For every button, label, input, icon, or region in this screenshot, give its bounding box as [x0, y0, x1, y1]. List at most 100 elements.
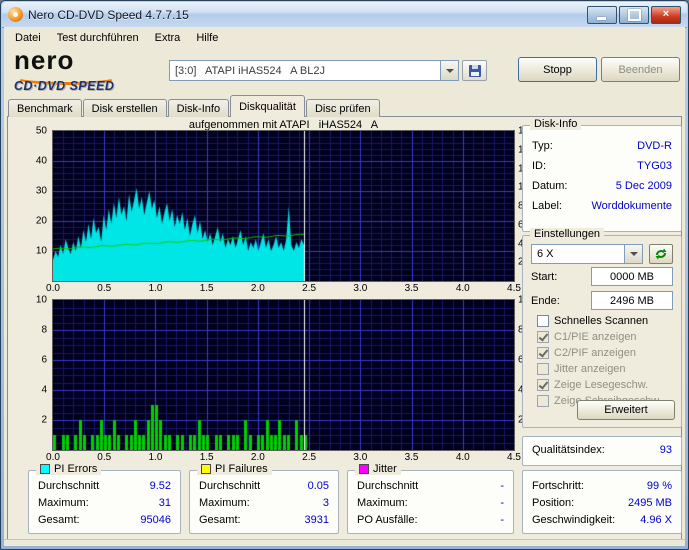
checkbox-box[interactable] [537, 315, 549, 327]
checkbox-box [537, 331, 549, 343]
stat-row: Durchschnitt 0.05 [199, 480, 329, 492]
pi-failures-color-chip [201, 464, 211, 474]
minimize-button[interactable] [587, 5, 617, 24]
checkbox-schnelles-scannen[interactable]: Schnelles Scannen [537, 314, 648, 328]
tab-disc-pr-fen[interactable]: Disc prüfen [305, 99, 380, 117]
checkbox-label: C2/PIF anzeigen [554, 347, 636, 359]
chevron-down-icon [445, 68, 454, 73]
minimize-icon [597, 16, 606, 20]
speed-select[interactable]: 6 X [531, 244, 643, 264]
tab-diskqualit-t[interactable]: Diskqualität [230, 95, 305, 117]
tabpage-diskqualitaet: aufgenommen mit ATAPI iHAS524 A 50 40 30 20… [7, 116, 682, 542]
maximize-button[interactable] [619, 5, 649, 24]
pi-errors-panel: PI Errors Durchschnitt 9.52 Maximum: 31 Ge… [28, 463, 181, 534]
stat-row: PO Ausfälle: - [357, 514, 504, 526]
disk-info-title: Disk-Info [534, 118, 578, 130]
disk-info-row: Typ: DVD-R [532, 140, 672, 152]
quality-index-panel: Qualitätsindex: 93 [522, 436, 682, 466]
drive-select-dropdown-button[interactable] [440, 61, 458, 80]
jitter-color-chip [359, 464, 369, 474]
menu-datei[interactable]: Datei [7, 29, 49, 47]
checkbox-jitter-anzeigen: Jitter anzeigen [537, 362, 626, 376]
quality-index-value: 93 [659, 444, 672, 456]
checkbox-zeige-lesegeschw: Zeige Lesegeschw. [537, 378, 648, 392]
checkbox-c2-pif-anzeigen: C2/PIF anzeigen [537, 346, 636, 360]
pi-errors-title: PI Errors [54, 463, 98, 475]
window-title: Nero CD-DVD Speed 4.7.7.15 [28, 7, 189, 22]
checkbox-box [537, 379, 549, 391]
jitter-title: Jitter [373, 463, 397, 475]
refresh-icon [655, 248, 667, 260]
progress-row: Position: 2495 MB [532, 497, 672, 509]
disk-info-row: Label: Worddokumente [532, 200, 672, 212]
stat-row: Gesamt: 95046 [38, 514, 171, 526]
statusbar [4, 539, 685, 546]
nero-logo: nero CD·DVD SPEED [14, 45, 169, 93]
menubar: Datei Test durchführen Extra Hilfe [4, 27, 685, 48]
stat-row: Durchschnitt 9.52 [38, 480, 171, 492]
save-button[interactable] [462, 60, 487, 81]
quality-index-label: Qualitätsindex: [532, 444, 605, 456]
tab-benchmark[interactable]: Benchmark [8, 99, 82, 117]
toolbar: nero CD·DVD SPEED [3:0] ATAPI iHAS524 A … [4, 45, 685, 94]
pi-errors-x-axis: 0.0 0.5 1.0 1.5 2.0 2.5 3.0 3.5 4.0 4.5 [46, 283, 521, 294]
settings-title: Einstellungen [534, 228, 601, 240]
checkbox-box [537, 395, 549, 407]
disk-info-row: Datum: 5 Dec 2009 [532, 180, 672, 192]
quality-index-row: Qualitätsindex: 93 [532, 444, 672, 456]
client-area: Datei Test durchführen Extra Hilfe nero CD·… [4, 27, 685, 546]
app-window: Nero CD-DVD Speed 4.7.7.15 DateiTest dur… [0, 0, 689, 550]
start-input[interactable]: 0000 MB [591, 267, 673, 286]
progress-panel: Fortschritt: 99 % Position: 2495 MB Geschw… [522, 470, 682, 534]
stat-row: Maximum: 31 [38, 497, 171, 509]
checkbox-label: Zeige Lesegeschw. [554, 379, 649, 391]
menu-test-durchf-hren[interactable]: Test durchführen [49, 29, 147, 47]
titlebar[interactable]: Nero CD-DVD Speed 4.7.7.15 [2, 2, 687, 28]
checkbox-label: Jitter anzeigen [554, 363, 626, 375]
disk-info-row: ID: TYG03 [532, 160, 672, 172]
pi-failures-panel: PI Failures Durchschnitt 0.05 Maximum: 3 G… [189, 463, 339, 534]
advanced-button[interactable]: Erweitert [577, 400, 675, 420]
pi-failures-title: PI Failures [215, 463, 268, 475]
tab-disk-erstellen[interactable]: Disk erstellen [82, 99, 167, 117]
apply-speed-button[interactable] [649, 244, 673, 264]
menu-hilfe[interactable]: Hilfe [188, 29, 226, 47]
pi-errors-color-chip [40, 464, 50, 474]
speed-select-value: 6 X [537, 248, 554, 260]
pi-failures-x-axis: 0.0 0.5 1.0 1.5 2.0 2.5 3.0 3.5 4.0 4.5 [46, 452, 521, 463]
app-icon [8, 7, 23, 22]
drive-select[interactable]: [3:0] ATAPI iHAS524 A BL2J [169, 60, 459, 81]
checkbox-box [537, 363, 549, 375]
stat-row: Maximum: - [357, 497, 504, 509]
logo-subtext: CD·DVD SPEED [14, 79, 115, 93]
stat-row: Gesamt: 3931 [199, 514, 329, 526]
pi-errors-left-axis: 50 40 30 20 10 [35, 125, 47, 257]
pi-failures-chart [52, 299, 515, 451]
stop-button[interactable]: Stopp [518, 57, 597, 82]
window-controls [587, 5, 681, 24]
pi-errors-chart [52, 130, 515, 282]
pi-failures-left-axis: 10 8 6 4 2 [35, 294, 47, 426]
jitter-panel: Jitter Durchschnitt - Maximum: - PO Ausfäl… [347, 463, 514, 534]
menu-extra[interactable]: Extra [147, 29, 189, 47]
checkbox-c1-pie-anzeigen: C1/PIE anzeigen [537, 330, 637, 344]
progress-row: Fortschritt: 99 % [532, 480, 672, 492]
logo-text: nero [14, 45, 75, 75]
close-button[interactable] [651, 5, 681, 24]
start-label: Start: [531, 270, 558, 283]
chevron-down-icon [629, 252, 638, 256]
maximize-icon [627, 8, 641, 21]
checkbox-label: Schnelles Scannen [554, 315, 649, 327]
drive-select-value: [3:0] ATAPI iHAS524 A BL2J [175, 64, 326, 77]
end-input[interactable]: 2496 MB [591, 291, 673, 310]
checkbox-box [537, 347, 549, 359]
progress-row: Geschwindigkeit: 4.96 X [532, 514, 672, 526]
stat-row: Maximum: 3 [199, 497, 329, 509]
tab-disk-info[interactable]: Disk-Info [167, 99, 230, 117]
checkbox-label: C1/PIE anzeigen [554, 331, 637, 343]
end-label: Ende: [531, 294, 560, 307]
floppy-icon [468, 64, 481, 77]
tabstrip: Benchmark Disk erstellen Disk-Info Diskqual… [8, 95, 381, 117]
exit-button: Beenden [601, 57, 680, 82]
speed-select-dropdown-button[interactable] [624, 245, 642, 263]
